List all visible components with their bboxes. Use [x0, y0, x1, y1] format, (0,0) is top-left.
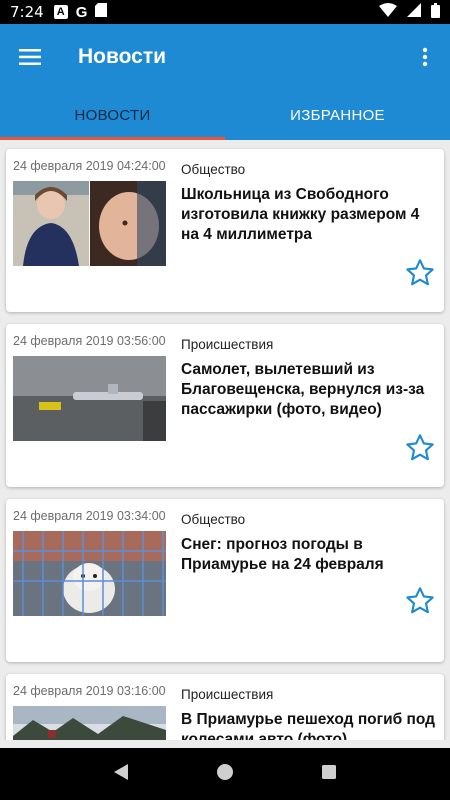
news-date: 24 февраля 2019 03:56:00: [13, 334, 166, 348]
more-vert-icon[interactable]: [400, 24, 450, 90]
battery-icon: [431, 2, 440, 22]
news-category: Общество: [181, 162, 246, 177]
news-headline[interactable]: В Приамурье пешеход погиб под колесами а…: [181, 710, 437, 740]
news-date: 24 февраля 2019 04:24:00: [13, 159, 166, 173]
home-icon[interactable]: [216, 763, 234, 786]
news-category: Происшествия: [181, 337, 274, 352]
status-time: 7:24: [10, 3, 44, 21]
wifi-icon: [379, 3, 397, 21]
tab-favorites[interactable]: ИЗБРАННОЕ: [225, 90, 450, 140]
hamburger-menu-icon[interactable]: [0, 24, 60, 90]
news-thumbnail: [13, 531, 166, 616]
sd-card-icon: [95, 3, 108, 21]
news-card[interactable]: 24 февраля 2019 03:34:00 Общество Снег: …: [6, 499, 444, 662]
news-date: 24 февраля 2019 03:16:00: [13, 684, 166, 698]
news-card[interactable]: 24 февраля 2019 03:16:00 Происшествия В …: [6, 674, 444, 740]
news-category: Происшествия: [181, 687, 274, 702]
favorite-star-icon[interactable]: [404, 257, 436, 289]
a-notification-icon: A: [53, 5, 68, 19]
favorite-star-icon[interactable]: [404, 432, 436, 464]
news-card[interactable]: 24 февраля 2019 04:24:00 Общество Школьн…: [6, 149, 444, 312]
news-thumbnail: [13, 706, 166, 740]
news-list[interactable]: 24 февраля 2019 04:24:00 Общество Школьн…: [0, 140, 450, 740]
news-headline[interactable]: Школьница из Свободного изготовила книжк…: [181, 185, 437, 245]
tab-bar: НОВОСТИ ИЗБРАННОЕ: [0, 90, 450, 140]
news-date: 24 февраля 2019 03:34:00: [13, 509, 166, 523]
news-thumbnail: [13, 356, 166, 441]
news-thumbnail: [13, 181, 166, 266]
back-icon[interactable]: [113, 763, 129, 786]
favorite-star-icon[interactable]: [404, 585, 436, 617]
recents-icon[interactable]: [321, 764, 337, 785]
news-category: Общество: [181, 512, 246, 527]
tab-news[interactable]: НОВОСТИ: [0, 90, 225, 140]
news-card[interactable]: 24 февраля 2019 03:56:00 Происшествия Са…: [6, 324, 444, 487]
status-bar: 7:24 A G: [0, 0, 450, 24]
news-headline[interactable]: Снег: прогноз погоды в Приамурье на 24 ф…: [181, 535, 437, 575]
page-title: Новости: [78, 45, 167, 68]
system-nav-bar: [0, 748, 450, 800]
app-bar: Новости: [0, 24, 450, 90]
google-icon: G: [75, 3, 88, 21]
news-headline[interactable]: Самолет, вылетевший из Благовещенска, ве…: [181, 360, 437, 420]
cell-signal-icon: [407, 3, 421, 21]
